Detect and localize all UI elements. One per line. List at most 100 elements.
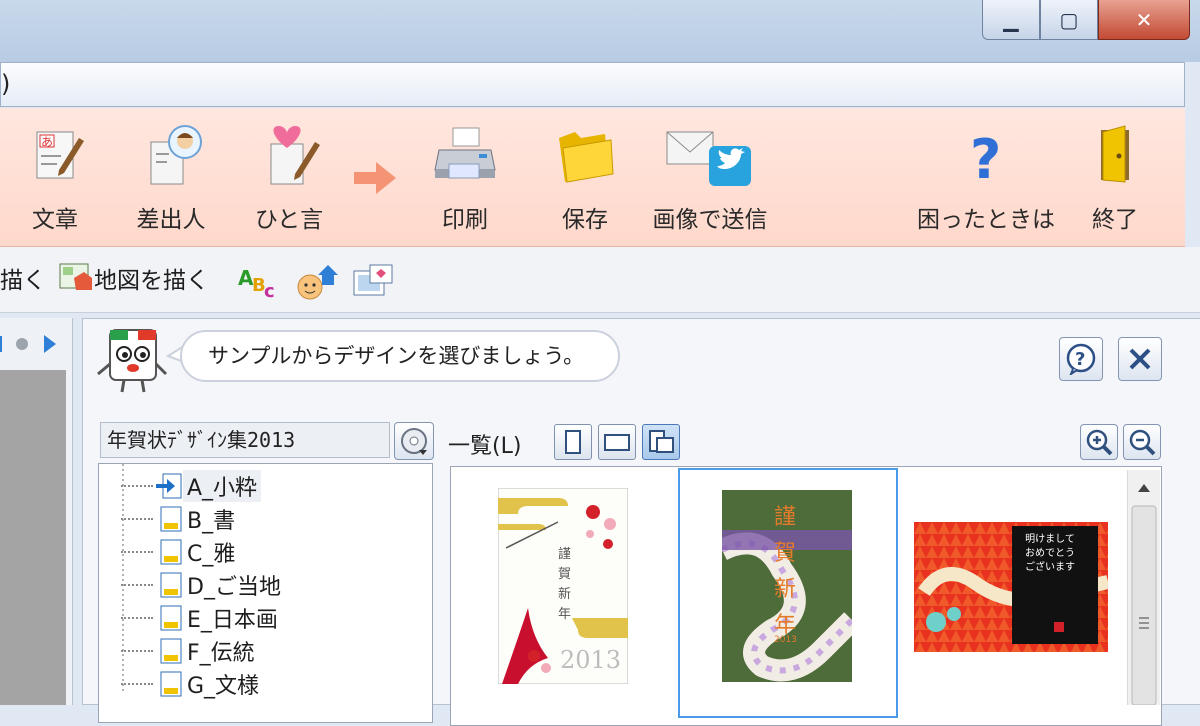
list-label: 一覧(L): [448, 434, 522, 459]
toolbar-exit-label: 終了: [1092, 207, 1138, 233]
close-icon: ✕: [1135, 7, 1153, 32]
toolbar-print-label: 印刷: [442, 207, 488, 233]
question-bubble-icon: ?: [1066, 343, 1096, 375]
menu-bar: ): [0, 62, 1185, 107]
thumb3-line-3: ございます: [1025, 560, 1075, 573]
toolbar-help-label: 困ったときは: [917, 207, 1055, 233]
tree-connector: [121, 485, 153, 487]
toolbar-sender-button[interactable]: 差出人: [116, 124, 226, 236]
toolbar-sender-label: 差出人: [136, 207, 206, 233]
tree-item-label: E_日本画: [187, 608, 278, 633]
tree-connector: [121, 584, 153, 586]
thumb1-title-2: 賀: [558, 567, 571, 582]
tree-item-label: B_書: [187, 509, 236, 534]
toolbar-text-button[interactable]: あ 文章: [0, 124, 110, 236]
thumb1-title-3: 新: [558, 586, 571, 602]
map-icon: [59, 263, 92, 290]
toolbar-send-image-label: 画像で送信: [652, 207, 768, 233]
mascot-icon: [97, 329, 168, 393]
window-title-bar: ▁ ▢ ✕: [0, 0, 1200, 62]
toolbar-text-label: 文章: [32, 207, 78, 233]
thumb2-title-2: 賀: [774, 541, 796, 566]
category-page-icon: [160, 671, 182, 697]
view-landscape-button[interactable]: [598, 424, 636, 460]
page-nav-icon[interactable]: [0, 332, 68, 356]
close-icon: [1129, 348, 1151, 370]
window-controls: ▁ ▢ ✕: [982, 0, 1190, 40]
view-all-button[interactable]: [642, 424, 680, 460]
all-view-icon: [649, 430, 674, 453]
maximize-icon: ▢: [1059, 7, 1079, 32]
toolbar-send-image-button[interactable]: 画像で送信: [650, 124, 770, 236]
photo-frame-icon[interactable]: [352, 263, 394, 299]
folder-icon: [559, 132, 614, 183]
minimize-icon: ▁: [1003, 7, 1019, 32]
thumb3-line-1: 明けまして: [1025, 533, 1075, 545]
panel-help-button[interactable]: ?: [1059, 337, 1103, 381]
svg-text:あ: あ: [41, 135, 53, 149]
toolbar-save-button[interactable]: 保存: [530, 124, 640, 236]
portrait-view-icon: [565, 430, 581, 454]
zoom-out-button[interactable]: [1123, 424, 1161, 460]
send-image-icon: [666, 131, 751, 186]
toolbar-help-button[interactable]: ? 困ったときは: [917, 124, 1055, 236]
design-thumbnail-2[interactable]: 謹 賀 新 年 2013: [722, 490, 852, 682]
tree-connector: [121, 551, 153, 553]
maximize-button[interactable]: ▢: [1040, 0, 1098, 40]
zoom-in-icon: [1086, 429, 1113, 456]
text-edit-icon: あ: [36, 131, 84, 179]
disc-select-button[interactable]: [394, 422, 434, 460]
toolbar-message-button[interactable]: ひと言: [234, 124, 344, 236]
toolbar-message-label: ひと言: [254, 207, 324, 233]
tree-item-f[interactable]: F_伝統: [121, 635, 259, 667]
toolbar-exit-button[interactable]: 終了: [1060, 124, 1170, 236]
draw-label: 描く: [0, 268, 46, 294]
help-icon: ?: [970, 128, 1001, 188]
thumb1-year: 2013: [560, 646, 621, 674]
panel-close-button[interactable]: [1118, 337, 1162, 381]
tree-item-g[interactable]: G_文様: [121, 668, 263, 700]
secondary-toolbar: 描く 地図を描く A B c: [0, 247, 1200, 313]
tree-item-a[interactable]: A_小粋: [121, 470, 262, 502]
stamp-illustration-icon[interactable]: [296, 261, 340, 301]
preview-area: [0, 370, 66, 705]
draw-map-button[interactable]: 地図を描く: [58, 261, 209, 295]
thumb3-line-2: おめでとう: [1025, 547, 1075, 559]
thumbnail-scrollbar[interactable]: [1127, 470, 1160, 706]
draw-button-partial[interactable]: 描く: [0, 261, 46, 295]
tree-connector: [121, 650, 153, 652]
abc-text-icon[interactable]: A B c: [238, 261, 282, 299]
zoom-in-button[interactable]: [1080, 424, 1118, 460]
tree-item-label: A_小粋: [183, 470, 262, 502]
thumb2-title-1: 謹: [774, 505, 796, 530]
category-page-icon: [160, 572, 182, 598]
landscape-view-icon: [604, 434, 630, 451]
tree-connector: [121, 518, 153, 520]
tree-item-label: G_文様: [187, 674, 260, 699]
zoom-out-icon: [1129, 429, 1156, 456]
design-thumbnail-1[interactable]: 謹 賀 新 年 2013: [498, 488, 628, 684]
close-window-button[interactable]: ✕: [1098, 0, 1190, 40]
category-page-icon: [160, 605, 182, 631]
minimize-button[interactable]: ▁: [982, 0, 1040, 40]
message-icon: [270, 126, 320, 185]
toolbar-print-button[interactable]: 印刷: [410, 124, 520, 236]
category-page-icon: [160, 638, 182, 664]
design-thumbnail-3[interactable]: 明けまして おめでとう ございます: [914, 522, 1108, 652]
open-category-icon: [156, 473, 182, 499]
view-portrait-button[interactable]: [554, 424, 592, 460]
tree-item-e[interactable]: E_日本画: [121, 602, 282, 634]
tree-item-d[interactable]: D_ご当地: [121, 569, 285, 601]
design-collection-select[interactable]: 年賀状ﾃﾞｻﾞｲﾝ集2013: [100, 422, 390, 458]
thumb2-title-3: 新: [774, 577, 796, 602]
thumb1-title-4: 年: [558, 607, 571, 622]
category-tree: A_小粋 B_書 C_雅 D_ご当地 E_日本画 F_伝統 G_文様: [98, 463, 433, 723]
tree-item-c[interactable]: C_雅: [121, 536, 239, 568]
menu-fragment[interactable]: ): [1, 70, 10, 98]
assistant-message: サンプルからデザインを選びましょう。: [208, 344, 585, 368]
scrollbar-graphic: [1131, 484, 1157, 706]
printer-icon: [434, 127, 496, 179]
tree-item-b[interactable]: B_書: [121, 503, 239, 535]
design-collection-value: 年賀状ﾃﾞｻﾞｲﾝ集2013: [107, 428, 296, 452]
toolbar-save-label: 保存: [562, 207, 608, 233]
